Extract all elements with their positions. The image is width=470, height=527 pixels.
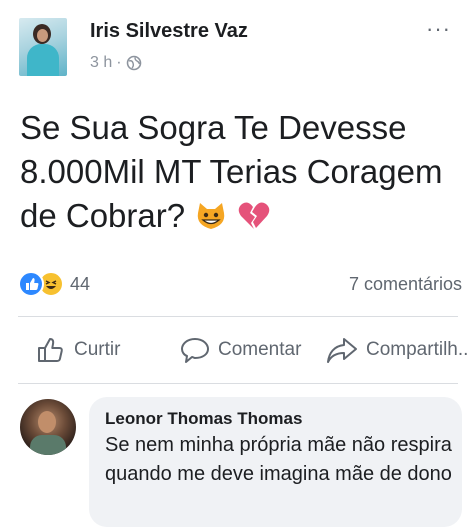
grinning-cat-emoji-icon — [198, 203, 225, 229]
comments-count-link[interactable]: 7 comentários — [349, 274, 462, 295]
author-avatar[interactable] — [19, 18, 67, 76]
commenter-avatar[interactable] — [20, 399, 76, 455]
post-message: Se Sua Sogra Te Devesse 8.000Mil MT Teri… — [20, 109, 443, 234]
reactions-summary[interactable]: 44 — [18, 271, 90, 297]
comment-button[interactable]: Comentar — [180, 336, 301, 364]
divider — [18, 383, 458, 384]
post-text: Se Sua Sogra Te Devesse 8.000Mil MT Teri… — [20, 106, 450, 238]
reaction-count: 44 — [70, 273, 91, 294]
more-options-button[interactable]: ··· — [426, 16, 451, 42]
share-label: Compartilh... — [366, 339, 470, 360]
share-arrow-icon — [327, 338, 357, 363]
share-button[interactable]: Compartilh... — [326, 336, 470, 364]
comment-author[interactable]: Leonor Thomas Thomas — [105, 409, 302, 429]
comment-bubble: Leonor Thomas Thomas Se nem minha própri… — [89, 397, 462, 527]
comment-text: Se nem minha própria mãe não respira qua… — [105, 434, 452, 485]
author-name[interactable]: Iris Silvestre Vaz — [90, 20, 248, 43]
comment-label: Comentar — [218, 339, 302, 360]
post-time[interactable]: 3 h — [90, 54, 112, 72]
like-label: Curtir — [74, 339, 121, 360]
meta-separator: · — [116, 54, 122, 71]
like-button[interactable]: Curtir — [36, 336, 120, 364]
thumbs-up-icon — [38, 338, 63, 362]
broken-heart-emoji-icon — [239, 202, 270, 229]
post-meta: 3 h · — [90, 54, 142, 72]
post-header: Iris Silvestre Vaz 3 h · ··· — [0, 0, 470, 90]
like-reaction-icon — [18, 271, 44, 297]
divider — [18, 316, 458, 317]
comment-bubble-icon — [181, 338, 209, 363]
globe-icon — [126, 55, 141, 71]
